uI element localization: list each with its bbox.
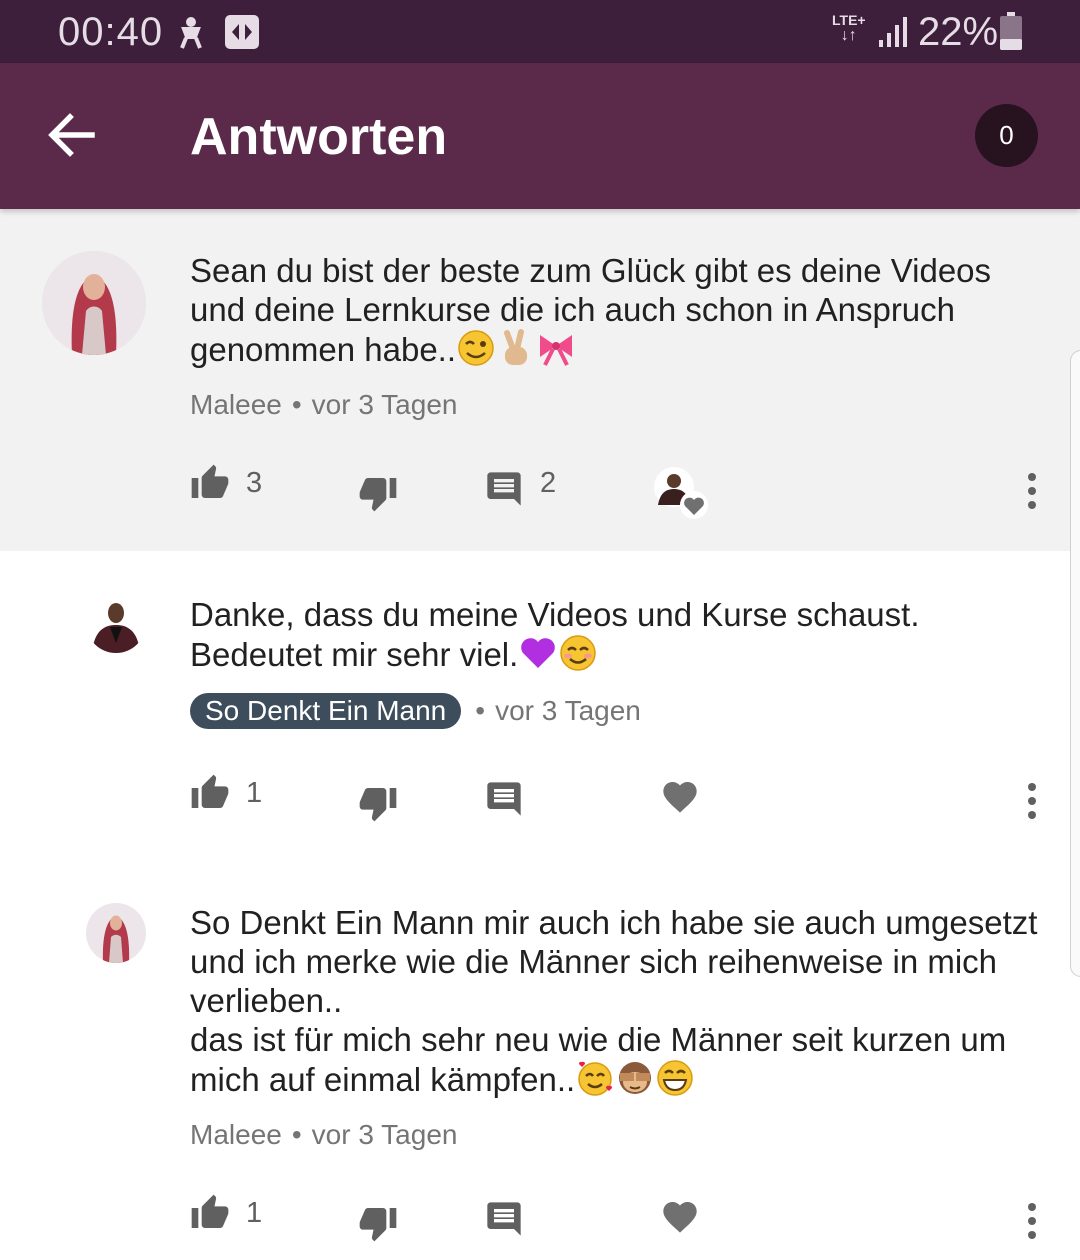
reply-icon[interactable] [484, 1199, 524, 1239]
victory-hand-emoji [504, 329, 528, 365]
comment-text: Danke, dass du meine Videos und Kurse sc… [190, 596, 920, 673]
smiling-face-with-hearts-emoji [578, 1061, 613, 1096]
reply-icon[interactable] [484, 779, 524, 819]
scrollbar[interactable] [1070, 350, 1080, 977]
avatar[interactable] [86, 593, 146, 653]
comment-text: Sean du bist der beste zum Glück gibt es… [190, 252, 992, 368]
grinning-face-emoji [657, 1060, 693, 1096]
heart-icon[interactable] [660, 777, 700, 817]
like-count: 3 [246, 467, 263, 499]
creator-badge[interactable]: So Denkt Ein Mann [190, 693, 462, 729]
ribbon-emoji [540, 335, 573, 366]
reply-count-badge[interactable]: 0 [975, 104, 1038, 167]
comment-meta: Maleee • vor 3 Tagen [190, 1119, 458, 1150]
like-count: 1 [246, 777, 263, 809]
comment-time: vor 3 Tagen [311, 1119, 458, 1150]
comment-time: vor 3 Tagen [495, 695, 641, 726]
comment-time: vor 3 Tagen [311, 389, 458, 420]
avatar[interactable] [86, 903, 146, 963]
heart-icon[interactable] [660, 1197, 700, 1237]
thumbs-up-icon[interactable] [190, 463, 230, 503]
comment-actions: 1 [0, 767, 1080, 827]
comment-actions: 1 [0, 1187, 1080, 1247]
parent-comment: Sean du bist der beste zum Glück gibt es… [0, 209, 1080, 551]
reply-icon[interactable] [484, 469, 524, 509]
reply-comment: So Denkt Ein Mann mir auch ich habe sie … [0, 871, 1080, 1260]
battery-percent: 22% [918, 10, 999, 54]
lte-indicator: LTE+ ↓↑ [832, 12, 866, 44]
creator-heart-avatar [654, 467, 708, 519]
signal-icon [879, 17, 907, 47]
avatar[interactable] [42, 251, 146, 355]
reply-count: 2 [540, 467, 557, 499]
thumbs-up-icon[interactable] [190, 773, 230, 813]
more-options-icon[interactable] [1022, 781, 1042, 821]
winking-face-emoji [458, 330, 494, 366]
comment-actions: 3 2 [0, 457, 1080, 519]
status-bar: 00:40 LTE+ ↓↑ 22% [0, 0, 1080, 63]
page-title: Antworten [190, 108, 448, 166]
thumbs-down-icon[interactable] [358, 783, 398, 823]
like-count: 1 [246, 1197, 263, 1229]
notification-icon [180, 17, 202, 49]
comment-text: So Denkt Ein Mann mir auch ich habe sie … [190, 904, 1038, 1098]
comment-meta: So Denkt Ein Mann • vor 3 Tagen [190, 693, 641, 729]
more-options-icon[interactable] [1022, 1201, 1042, 1241]
comment-meta: Maleee • vor 3 Tagen [190, 389, 458, 420]
author-name[interactable]: Maleee [190, 1119, 282, 1150]
battery-icon [1000, 12, 1022, 50]
reply-comment: Danke, dass du meine Videos und Kurse sc… [0, 551, 1080, 871]
smiling-face-emoji [560, 635, 597, 671]
thumbs-down-icon[interactable] [358, 1203, 398, 1243]
purple-heart-emoji [521, 638, 556, 668]
thumbs-up-icon[interactable] [190, 1193, 230, 1233]
status-time: 00:40 [58, 10, 164, 54]
app-notification-icon [225, 15, 259, 49]
app-bar: Antworten 0 [0, 63, 1080, 209]
author-name[interactable]: Maleee [190, 389, 282, 420]
thumbs-down-icon[interactable] [358, 473, 398, 513]
back-arrow-icon[interactable] [44, 107, 100, 163]
more-options-icon[interactable] [1022, 471, 1042, 511]
see-no-evil-monkey-emoji [619, 1062, 652, 1094]
